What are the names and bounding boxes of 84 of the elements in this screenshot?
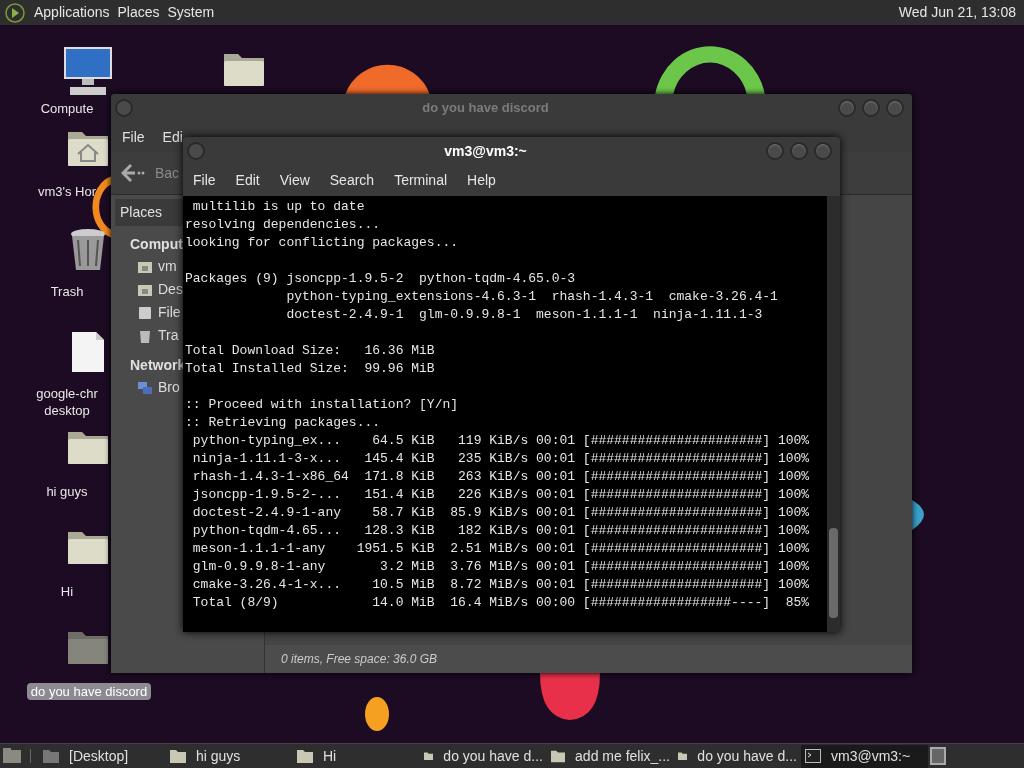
terminal-line: ninja-1.11.1-3-x... 145.4 KiB 235 KiB/s 00:01 [######################] 100% <box>191 450 811 468</box>
document-icon <box>70 330 106 374</box>
desktop-icon-label[interactable]: hi guys <box>42 483 92 500</box>
taskbar-button[interactable]: add me felix_... <box>547 744 674 768</box>
window-control-button[interactable] <box>814 142 832 160</box>
taskbar-button[interactable]: do you have d... <box>420 744 547 768</box>
scrollbar[interactable] <box>827 196 840 632</box>
window-menu-button[interactable] <box>187 142 205 160</box>
wallpaper-oval <box>365 697 389 731</box>
menu-item[interactable]: Edit <box>235 170 260 191</box>
panel-menu[interactable]: System <box>167 2 215 23</box>
desktop-icon-label[interactable]: Trash <box>46 283 88 300</box>
desktop-icon-label[interactable]: Hi <box>56 583 78 600</box>
sidebar-item[interactable]: Des <box>158 279 183 300</box>
terminal-line: cmake-3.26.4-1-x... 10.5 MiB 8.72 MiB/s 00:01 [######################] 100% <box>191 576 811 594</box>
show-desktop-icon[interactable] <box>2 747 22 765</box>
terminal-icon <box>805 749 821 763</box>
terminal-line: :: Retrieving packages... <box>185 414 382 432</box>
folder-icon <box>678 749 688 763</box>
window-control-button[interactable] <box>838 99 856 117</box>
terminal-line: python-tqdm-4.65... 128.3 KiB 182 KiB/s 00:01 [######################] 100% <box>191 522 811 540</box>
folder-icon <box>170 749 186 763</box>
desktop-icon-label[interactable]: vm3's Hor <box>33 183 101 200</box>
sidebar-item[interactable]: Tra <box>158 325 179 346</box>
sidebar-section-title: Comput <box>130 235 183 254</box>
taskbar-button[interactable]: [Desktop] <box>39 744 166 768</box>
terminal-line: :: Proceed with installation? [Y/n] <box>185 396 460 414</box>
window-control-button[interactable] <box>886 99 904 117</box>
terminal-line: doctest-2.4.9-1 glm-0.9.9.8-1 meson-1.1.1-1 ninja-1.11.1-3 <box>285 306 764 324</box>
menu-item[interactable]: Help <box>467 170 496 191</box>
taskbar-button[interactable]: vm3@vm3:~ <box>801 744 928 768</box>
menu-item[interactable]: Search <box>329 170 375 191</box>
workspace-switcher[interactable] <box>930 747 946 765</box>
terminal-line: resolving dependencies... <box>185 216 382 234</box>
terminal-line: jsoncpp-1.9.5-2-... 151.4 KiB 226 KiB/s 00:01 [######################] 100% <box>191 486 811 504</box>
wallpaper-blob <box>912 500 924 530</box>
menu-item[interactable]: File <box>193 170 216 191</box>
window-title: do you have discord <box>421 99 550 118</box>
terminal-line: Total Download Size: 16.36 MiB <box>185 342 436 359</box>
window-control-button[interactable] <box>862 99 880 117</box>
sidebar-item[interactable]: vm <box>158 256 177 277</box>
terminal-line: glm-0.9.9.8-1-any 3.2 MiB 3.76 MiB/s 00:01 [######################] 100% <box>191 558 811 576</box>
window-control-button[interactable] <box>766 142 784 160</box>
menu-item[interactable]: Terminal <box>394 170 448 191</box>
desktop-icon-label[interactable]: Compute <box>36 100 98 117</box>
computer-icon <box>62 45 114 97</box>
terminal-line: doctest-2.4.9-1-any 58.7 KiB 85.9 KiB/s 00:01 [######################] 100% <box>191 504 811 522</box>
menu-item[interactable]: View <box>279 170 310 191</box>
folder-icon <box>551 749 566 763</box>
sidebar-item[interactable]: Bro <box>158 377 180 398</box>
sidebar-header[interactable]: Places <box>115 199 185 226</box>
window-control-button[interactable] <box>790 142 808 160</box>
taskbar-button[interactable]: do you have d... <box>674 744 801 768</box>
sidebar-section-title: Network <box>130 356 186 375</box>
back-arrow-icon[interactable] <box>121 163 145 183</box>
clock[interactable]: Wed Jun 21, 13:08 <box>898 2 1020 23</box>
window-title: vm3@vm3:~ <box>443 141 528 161</box>
terminal-line: Packages (9) jsoncpp-1.9.5-2 python-tqdm-4.65.0-3 <box>185 270 577 288</box>
terminal-line: python-typing_extensions-4.6.3-1 rhash-1.4.3-1 cmake-3.26.4-1 <box>285 288 779 306</box>
desktop-icon-label[interactable]: google-chr desktop <box>32 385 102 419</box>
taskbar-button[interactable]: Hi <box>293 744 420 768</box>
terminal-line: Total Installed Size: 99.96 MiB <box>185 361 436 378</box>
terminal-line: looking for conflicting packages... <box>185 234 460 252</box>
taskbar-button[interactable]: hi guys <box>166 744 293 768</box>
network-icon <box>137 379 153 396</box>
panel-menu[interactable]: Applications <box>34 2 110 23</box>
folder-icon <box>297 749 313 763</box>
drive-icon <box>137 304 153 321</box>
play-logo-icon[interactable] <box>4 1 26 24</box>
menu-item[interactable]: Edi <box>162 126 183 148</box>
panel-menu[interactable]: Places <box>117 2 160 23</box>
sidebar-item[interactable]: File <box>158 302 181 323</box>
terminal-line: multilib is up to date <box>191 198 366 216</box>
terminal-line: python-typing_ex... 64.5 KiB 119 KiB/s 00:01 [######################] 100% <box>191 432 811 450</box>
wallpaper-blob <box>540 673 600 720</box>
terminal-line: rhash-1.4.3-1-x86_64 171.8 KiB 263 KiB/s 00:01 [######################] 100% <box>191 468 811 486</box>
folder-icon <box>424 749 434 763</box>
folder-icon <box>43 749 59 763</box>
terminal-line: Total (8/9) 14.0 MiB 16.4 MiB/s 00:00 [##################----] 85% <box>191 594 811 612</box>
trash-icon <box>68 228 108 272</box>
terminal-line: meson-1.1.1-1-any 1951.5 KiB 2.51 MiB/s 00:01 [######################] 100% <box>191 540 811 558</box>
window-menu-button[interactable] <box>115 99 133 117</box>
menu-item[interactable]: File <box>122 126 145 148</box>
status-text: 0 items, Free space: 36.0 GB <box>281 651 438 668</box>
